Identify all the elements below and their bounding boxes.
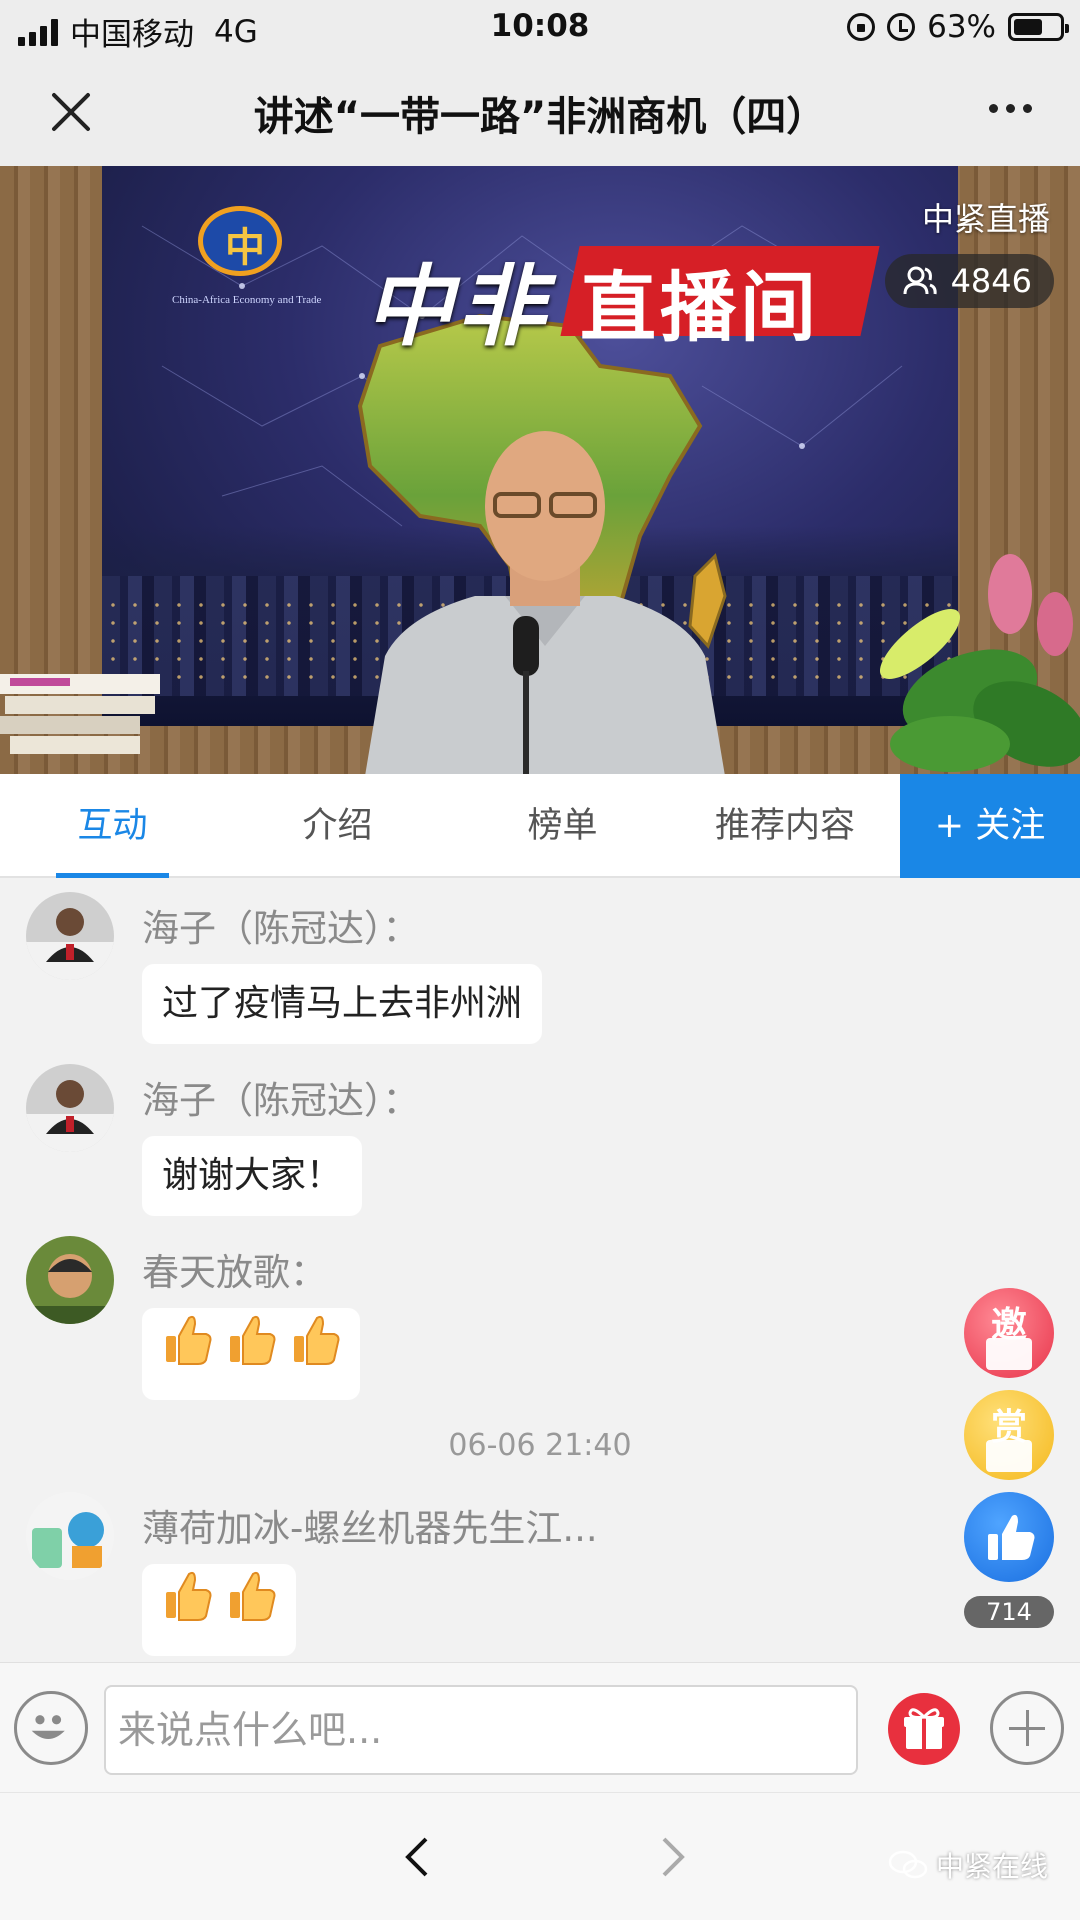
chat-username: 薄荷加冰-螺丝机器先生江... <box>142 1507 598 1550</box>
books-decoration <box>0 674 160 754</box>
thumbs-up-emoji-icon <box>162 1570 212 1651</box>
like-count: 714 <box>964 1596 1054 1628</box>
chat-bubble <box>142 1308 360 1400</box>
active-tab-indicator <box>56 873 169 878</box>
browser-nav-bar: 中紧在线 <box>0 1792 1080 1920</box>
more-icon[interactable] <box>989 104 1032 113</box>
banner-title-white: 中非 <box>365 254 550 358</box>
users-icon <box>903 266 937 295</box>
tab-ranking[interactable]: 榜单 <box>485 774 640 878</box>
invite-button[interactable]: 邀 <box>964 1288 1054 1378</box>
thumbs-up-icon <box>988 1514 1035 1560</box>
close-icon[interactable] <box>48 88 94 134</box>
battery-percent: 63% <box>927 9 996 45</box>
avatar[interactable] <box>26 1236 114 1324</box>
gift-icon[interactable] <box>888 1693 960 1765</box>
comment-input[interactable] <box>104 1685 858 1775</box>
page-title: 讲述“一带一路”非洲商机（四） <box>253 94 827 140</box>
avatar[interactable] <box>26 892 114 980</box>
alarm-icon <box>887 13 916 41</box>
thumbs-up-emoji-icon <box>162 1314 212 1395</box>
tab-bar: 互动 介绍 榜单 推荐内容 + 关注 <box>0 774 1080 878</box>
chat-username: 海子（陈冠达）： <box>142 907 420 950</box>
tab-interaction[interactable]: 互动 <box>40 774 185 878</box>
reward-label: 赏 <box>990 1407 1027 1448</box>
presenter-figure <box>365 431 725 774</box>
forward-arrow-icon[interactable] <box>652 1837 692 1877</box>
watermark-text: 中紧在线 <box>935 1850 1048 1883</box>
like-button[interactable] <box>964 1492 1054 1582</box>
orientation-lock-icon <box>847 13 876 41</box>
more-actions-button[interactable] <box>990 1691 1064 1765</box>
cetv-logo <box>190 206 290 296</box>
chat-bubble: 谢谢大家！ <box>142 1136 363 1216</box>
title-bar: 讲述“一带一路”非洲商机（四） <box>0 54 1080 166</box>
emoji-icon[interactable] <box>14 1691 88 1765</box>
status-bar: 中国移动 4G 10:08 63% <box>0 0 1080 54</box>
chat-username: 海子（陈冠达）： <box>142 1079 420 1122</box>
thumbs-up-emoji-icon <box>226 1314 276 1395</box>
tab-introduction[interactable]: 介绍 <box>260 774 415 878</box>
invite-label: 邀 <box>990 1305 1027 1346</box>
reward-button[interactable]: 赏 <box>964 1390 1054 1480</box>
follow-button[interactable]: + 关注 <box>900 774 1080 878</box>
back-arrow-icon[interactable] <box>398 1837 438 1877</box>
comment-bar <box>0 1662 1080 1792</box>
chat-username: 春天放歌： <box>142 1251 327 1294</box>
banner-title-red: 直播间 <box>580 263 820 352</box>
tab-recommended[interactable]: 推荐内容 <box>690 774 880 878</box>
logo-caption: China-Africa Economy and Trade <box>172 294 322 306</box>
plant-decoration <box>879 554 1080 772</box>
battery-icon <box>1008 13 1069 41</box>
live-channel-label: 中紧直播 <box>921 200 1050 238</box>
avatar[interactable] <box>26 1064 114 1152</box>
thumbs-up-emoji-icon <box>226 1570 276 1651</box>
chat-bubble: 过了疫情马上去非州洲 <box>142 964 543 1044</box>
chat-timestamp: 06-06 21:40 <box>448 1428 632 1463</box>
wechat-icon <box>888 1850 928 1879</box>
chat-list[interactable]: 海子（陈冠达）： 过了疫情马上去非州洲 海子（陈冠达）： 谢谢大家！ 春天放歌：… <box>0 880 1080 1660</box>
viewer-count-badge: 4846 <box>884 254 1054 308</box>
avatar[interactable] <box>26 1492 114 1580</box>
watermark: 中紧在线 <box>888 1845 1048 1885</box>
studio-banner: 中非 直播间 <box>345 226 880 358</box>
thumbs-up-emoji-icon <box>290 1314 340 1395</box>
live-video[interactable]: China-Africa Economy and Trade 中非 直播间 中紧… <box>0 166 1080 774</box>
chat-bubble <box>142 1564 296 1656</box>
viewer-count: 4846 <box>950 262 1032 300</box>
